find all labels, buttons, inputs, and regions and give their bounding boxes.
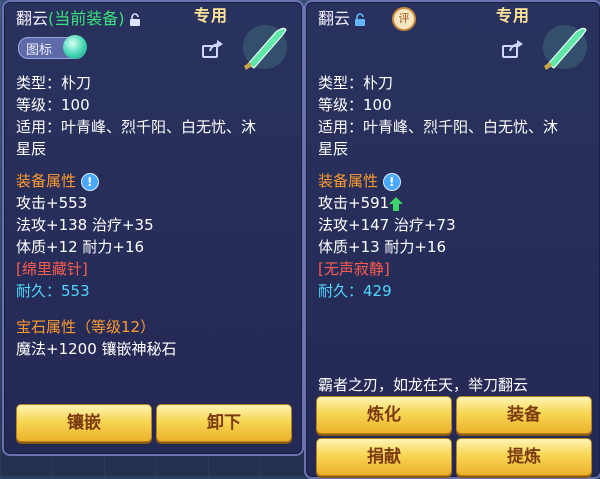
weapon-icon bbox=[543, 25, 587, 70]
item-suitable: 适用：叶青峰、烈千阳、白无忧、沐 bbox=[318, 118, 559, 136]
magic-heal-stat: 法攻+147 治疗+73 bbox=[318, 216, 456, 234]
refine-button[interactable]: 炼化 bbox=[316, 396, 452, 434]
item-suitable: 适用：叶青峰、烈千阳、白无忧、沐 bbox=[16, 118, 257, 136]
compare-item-tooltip: 翻云 评 专用 类型：朴刀 等级：100 适用：叶青峰、烈千阳、白无忧、沐 星辰… bbox=[304, 0, 600, 479]
lock-icon[interactable] bbox=[129, 13, 141, 26]
item-details: 类型：朴刀 等级：100 适用：叶青峰、烈千阳、白无忧、沐 星辰 装备属性 ! … bbox=[16, 72, 256, 360]
durability: 耐久：429 bbox=[318, 282, 392, 300]
donate-button[interactable]: 捐献 bbox=[316, 438, 452, 476]
item-type: 类型：朴刀 bbox=[318, 74, 394, 92]
item-flavor-text: 霸者之刃，如龙在天，举刀翻云 bbox=[318, 376, 529, 394]
up-arrow-icon bbox=[389, 196, 404, 211]
special-effect: [无声寂静] bbox=[318, 260, 390, 278]
equip-button[interactable]: 装备 bbox=[456, 396, 592, 434]
gem-value: 魔法+1200 镶嵌神秘石 bbox=[16, 340, 177, 358]
physique-stat: 体质+12 耐力+16 bbox=[16, 238, 145, 256]
item-name: 翻云 bbox=[16, 9, 49, 28]
rating-badge[interactable]: 评 bbox=[392, 7, 416, 31]
item-type: 类型：朴刀 bbox=[16, 74, 92, 92]
physique-stat: 体质+13 耐力+16 bbox=[318, 238, 447, 256]
share-icon[interactable] bbox=[502, 40, 524, 58]
gem-attr-heading: 宝石属性（等级12） bbox=[16, 318, 156, 336]
icon-toggle-label: 图标 bbox=[26, 43, 53, 58]
info-icon[interactable]: ! bbox=[382, 172, 401, 191]
lock-icon[interactable] bbox=[354, 13, 366, 26]
attack-stat: 攻击+591 bbox=[318, 194, 390, 212]
exclusive-tag: 专用 bbox=[194, 6, 229, 25]
extract-button[interactable]: 提炼 bbox=[456, 438, 592, 476]
attack-stat: 攻击+553 bbox=[16, 194, 88, 212]
item-suitable-cont: 星辰 bbox=[318, 140, 349, 158]
durability: 耐久：553 bbox=[16, 282, 90, 300]
equipped-item-tooltip: 翻云(当前装备) 专用 图标 类型：朴刀 等级：100 适用：叶青峰、烈千阳、白… bbox=[2, 0, 304, 456]
icon-toggle[interactable]: 图标 bbox=[18, 35, 87, 59]
item-level: 等级：100 bbox=[16, 96, 90, 114]
special-effect: [绵里藏针] bbox=[16, 260, 88, 278]
unequip-button[interactable]: 卸下 bbox=[156, 404, 292, 442]
magic-heal-stat: 法攻+138 治疗+35 bbox=[16, 216, 154, 234]
item-title: 翻云 bbox=[318, 5, 366, 29]
equip-attr-heading: 装备属性 bbox=[318, 172, 379, 190]
item-details: 类型：朴刀 等级：100 适用：叶青峰、烈千阳、白无忧、沐 星辰 装备属性 ! … bbox=[318, 72, 558, 302]
icon-orb bbox=[63, 35, 87, 59]
info-icon[interactable]: ! bbox=[80, 172, 99, 191]
equip-attr-heading: 装备属性 bbox=[16, 172, 77, 190]
item-title: 翻云(当前装备) bbox=[16, 5, 141, 29]
item-name: 翻云 bbox=[318, 9, 351, 28]
item-level: 等级：100 bbox=[318, 96, 392, 114]
share-icon[interactable] bbox=[202, 40, 224, 58]
weapon-icon bbox=[243, 25, 287, 70]
item-suitable-cont: 星辰 bbox=[16, 140, 47, 158]
equipped-status: (当前装备) bbox=[48, 9, 125, 28]
inlay-button[interactable]: 镶嵌 bbox=[16, 404, 152, 442]
exclusive-tag: 专用 bbox=[496, 6, 531, 25]
